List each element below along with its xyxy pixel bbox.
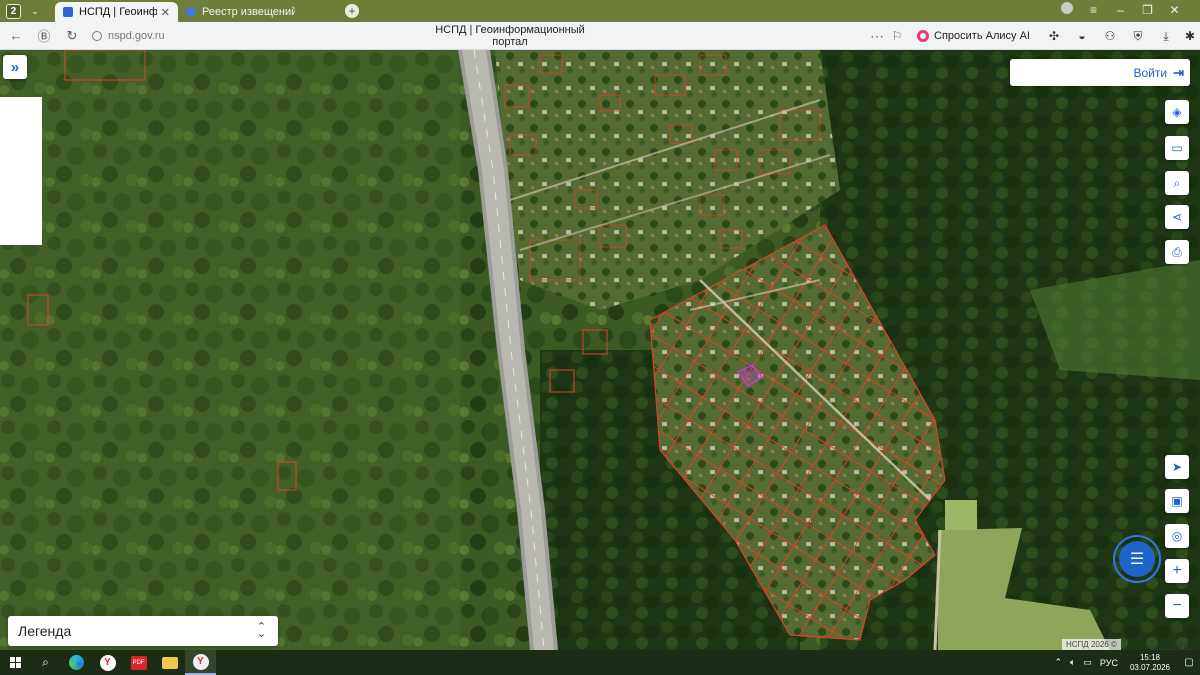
search-area-icon: ⌕ [1173, 175, 1181, 190]
bookmark-icon[interactable]: ⚐ [887, 29, 907, 43]
profile-button[interactable] [1053, 2, 1080, 17]
pdf-app[interactable]: PDF [123, 650, 154, 675]
tab-registry[interactable]: Реестр извещений [178, 2, 303, 22]
yandex-y-icon[interactable]: Ⓑ [30, 26, 58, 45]
extension-4-icon[interactable]: ⛨ [1124, 29, 1152, 44]
reload-icon[interactable]: ↻ [58, 28, 86, 44]
volume-icon[interactable]: 🔈︎ [1066, 657, 1079, 668]
legend-label: Легенда [18, 623, 72, 639]
search-icon[interactable]: ⌕ [30, 650, 61, 675]
minimize-icon[interactable]: – [1107, 3, 1134, 17]
close-tab-icon[interactable]: ✕ [161, 6, 170, 19]
copyright-label: НСПД 2026 © [1062, 639, 1121, 650]
zoom-out-button[interactable]: − [1165, 594, 1189, 618]
more-icon[interactable]: ⋯ [867, 28, 887, 45]
chat-icon: ☰ [1129, 551, 1145, 568]
layers-icon: ◈ [1172, 105, 1182, 119]
ask-alisa-label: Спросить Алису AI [934, 30, 1030, 42]
side-panel-placeholder [0, 97, 42, 245]
login-label: Войти [1133, 65, 1168, 80]
network-icon[interactable]: ▭ [1079, 657, 1096, 668]
print-button[interactable]: ⎙ [1165, 240, 1189, 264]
search-area-button[interactable]: ⌕ [1165, 171, 1189, 195]
extensions-icon[interactable]: ✱ [1180, 29, 1200, 43]
clock[interactable]: 15:18 03.07.2026 [1122, 653, 1178, 673]
close-icon[interactable]: ✕ [1161, 3, 1188, 17]
share-button[interactable]: ⋖ [1165, 205, 1189, 229]
yandex-browser-active-app[interactable]: Y [185, 650, 216, 675]
ask-alisa-button[interactable]: Спросить Алису AI [907, 30, 1040, 42]
maximize-icon[interactable]: ❐ [1134, 3, 1161, 17]
folder-icon [161, 656, 178, 669]
double-chevron-right-icon: » [10, 58, 20, 76]
layers-button[interactable]: ◈ [1165, 100, 1189, 124]
window-controls: ≡ – ❐ ✕ [1053, 2, 1188, 17]
chat-button[interactable]: ☰ [1113, 535, 1161, 583]
alisa-icon [917, 30, 930, 42]
menu-icon[interactable]: ≡ [1080, 3, 1107, 17]
profile-avatar-icon [1060, 2, 1073, 14]
tab-label: Реестр извещений [202, 6, 295, 18]
login-arrow-icon: ⇥ [1173, 64, 1184, 80]
share-icon: ⋖ [1171, 210, 1183, 224]
yandex-browser-app[interactable]: Y [92, 650, 123, 675]
system-tray: ⌃ 🔈︎ ▭ РУС 15:18 03.07.2026 ▢ [1050, 650, 1200, 675]
satellite-map [0, 50, 1200, 650]
expand-panel-button[interactable]: » [3, 55, 27, 79]
chevron-up-icon[interactable]: ⌃ [1050, 657, 1066, 668]
locate-button[interactable]: ➤ [1165, 455, 1189, 479]
tab-count-badge[interactable]: 2 [6, 3, 21, 19]
file-explorer-app[interactable] [154, 650, 185, 675]
minimap-button[interactable]: ▣ [1165, 489, 1189, 513]
notifications-icon[interactable]: ▢ [1178, 650, 1200, 675]
lock-icon [92, 30, 102, 41]
edge-icon [69, 655, 84, 670]
url-field[interactable]: nspd.gov.ru [92, 30, 165, 42]
map-area[interactable]: » Войти ⇥ ◈ ▭ ⌕ ⋖ ⎙ ➤ ▣ ◎ + − ☰ Легенда … [0, 50, 1200, 650]
start-button[interactable] [0, 650, 30, 675]
locate-icon: ➤ [1171, 460, 1183, 474]
print-icon: ⎙ [1172, 244, 1182, 259]
date-label: 03.07.2026 [1129, 662, 1170, 672]
ruler-icon: ▭ [1171, 141, 1183, 155]
url-text: nspd.gov.ru [108, 29, 165, 42]
pdf-icon: PDF [130, 655, 147, 670]
login-button[interactable]: Войти ⇥ [1010, 59, 1190, 86]
expand-collapse-icon: ⌃ ⌄ [256, 621, 266, 640]
extension-3-icon[interactable]: ⚇ [1096, 29, 1124, 43]
extension-1-icon[interactable]: ✣ [1040, 29, 1068, 43]
browser-tab-bar: 2 ⌄ НСПД | Геоинформаци ✕ Реестр извещен… [0, 0, 1200, 22]
minimap-icon: ▣ [1171, 494, 1183, 508]
chevron-down-icon[interactable]: ⌄ [27, 3, 43, 19]
yandex-icon: Y [192, 653, 209, 670]
windows-taskbar: ⌕ Y PDF Y ⌃ 🔈︎ ▭ РУС 15:18 03.07.2026 ▢ [0, 650, 1200, 675]
scale-bar: 50 m [1150, 639, 1194, 650]
geolocation-icon: ◎ [1171, 529, 1183, 543]
back-icon[interactable]: ← [2, 28, 30, 43]
tab-label: НСПД | Геоинформаци [79, 6, 157, 18]
ruler-button[interactable]: ▭ [1165, 136, 1189, 160]
browser-address-bar: ← Ⓑ ↻ nspd.gov.ru НСПД | Геоинформационн… [0, 22, 1200, 50]
new-tab-button[interactable]: + [345, 4, 359, 18]
language-indicator[interactable]: РУС [1096, 658, 1122, 668]
geolocation-button[interactable]: ◎ [1165, 524, 1189, 548]
zoom-in-button[interactable]: + [1165, 559, 1189, 583]
edge-app[interactable] [61, 650, 92, 675]
yandex-icon: Y [99, 654, 116, 671]
legend-dropdown[interactable]: Легенда ⌃ ⌄ [8, 616, 278, 646]
downloads-icon[interactable]: ⤓ [1152, 29, 1180, 44]
tab-nspd[interactable]: НСПД | Геоинформаци ✕ [55, 2, 178, 22]
time-label: 15:18 [1139, 652, 1160, 662]
nspd-favicon-icon [63, 7, 73, 17]
registry-favicon-icon [186, 7, 196, 17]
extension-2-icon[interactable]: ◒ [1068, 29, 1096, 43]
page-title: НСПД | Геоинформационный портал [435, 23, 585, 48]
windows-logo-icon [9, 657, 21, 668]
